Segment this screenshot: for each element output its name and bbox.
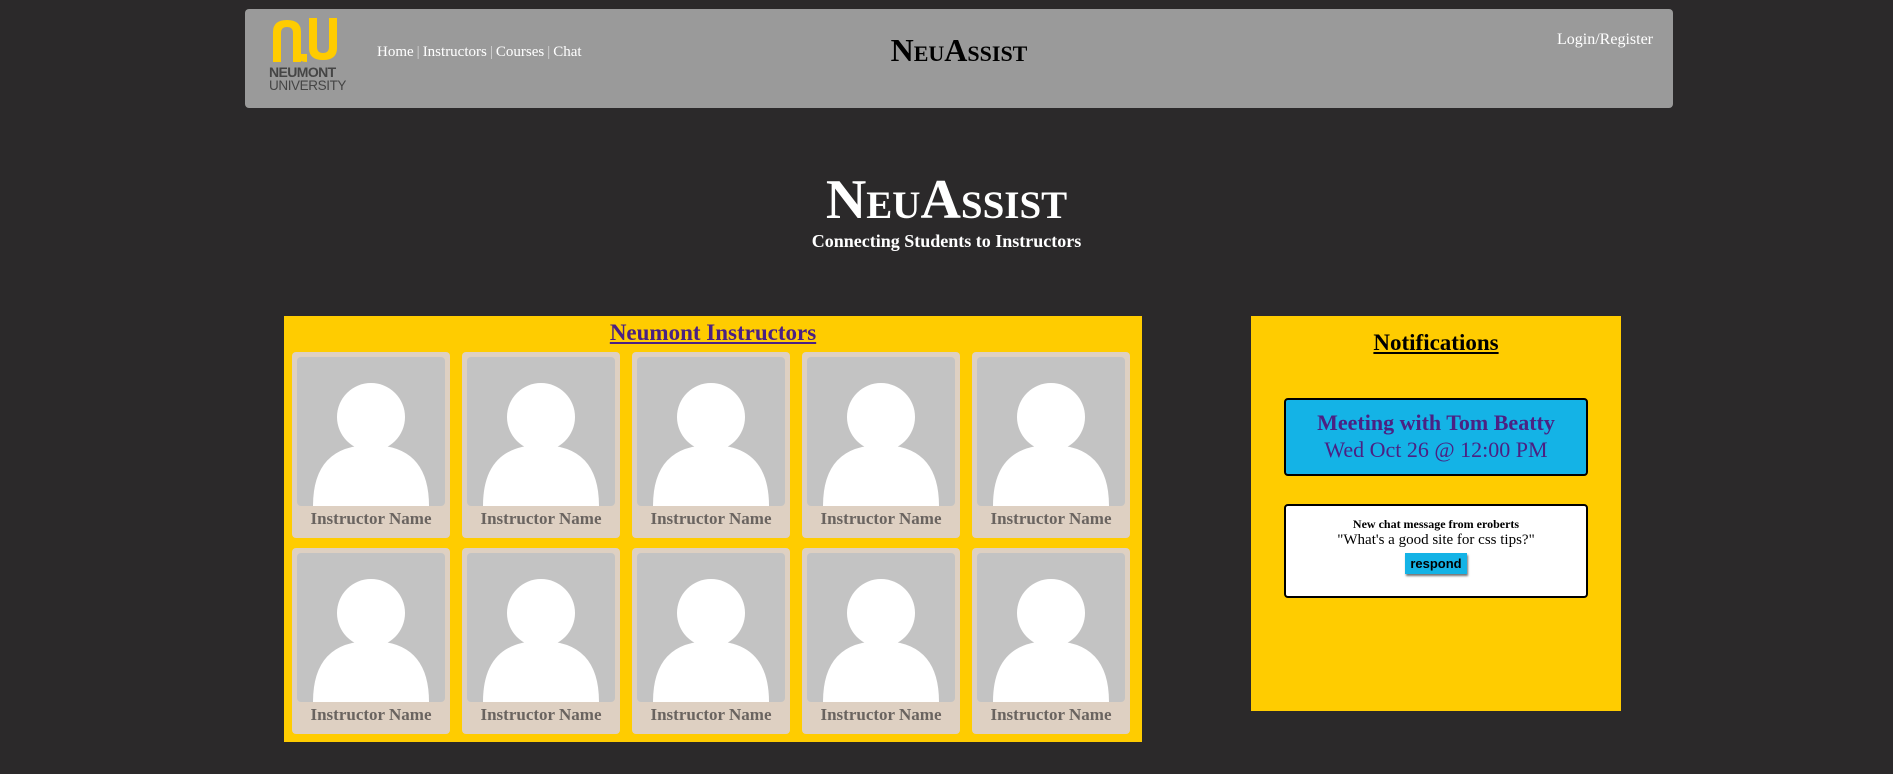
chat-heading: New chat message from eroberts: [1352, 517, 1520, 531]
instructor-photo: [467, 553, 615, 702]
header-brand: NeuAssist: [890, 32, 1028, 68]
meeting-notification[interactable]: Meeting with Tom Beatty Wed Oct 26 @ 12:…: [1284, 398, 1588, 476]
hero-subtitle: Connecting Students to Instructors: [811, 231, 1082, 251]
meeting-title: Meeting with Tom Beatty: [1317, 410, 1555, 435]
instructor-card[interactable]: Instructor Name: [972, 352, 1130, 538]
instructor-name: Instructor Name: [990, 705, 1112, 724]
instructor-name: Instructor Name: [820, 705, 942, 724]
profile-placeholder-icon: [483, 383, 599, 506]
chat-notification: New chat message from eroberts "What's a…: [1284, 504, 1588, 598]
instructor-card[interactable]: Instructor Name: [292, 352, 450, 538]
instructor-photo: [977, 357, 1125, 506]
instructor-card[interactable]: Instructor Name: [292, 548, 450, 734]
instructor-card[interactable]: Instructor Name: [462, 548, 620, 734]
respond-button[interactable]: respond: [1405, 553, 1467, 574]
instructor-name: Instructor Name: [820, 509, 942, 528]
instructor-photo: [467, 357, 615, 506]
instructors-title-link[interactable]: Neumont Instructors: [284, 320, 1142, 346]
instructor-name: Instructor Name: [480, 509, 602, 528]
instructor-name: Instructor Name: [310, 705, 432, 724]
profile-placeholder-icon: [313, 383, 429, 506]
chat-message: "What's a good site for css tips?": [1337, 532, 1535, 548]
meeting-time: Wed Oct 26 @ 12:00 PM: [1324, 437, 1548, 462]
instructor-photo: [807, 553, 955, 702]
notifications-panel: Notifications Meeting with Tom Beatty We…: [1251, 316, 1621, 711]
profile-placeholder-icon: [993, 579, 1109, 702]
logo-wordmark: NEUMONT UNIVERSITY: [269, 65, 349, 93]
instructor-photo: [977, 553, 1125, 702]
logo-line-2: UNIVERSITY: [269, 78, 347, 93]
instructor-name: Instructor Name: [310, 509, 432, 528]
instructor-photo: [297, 357, 445, 506]
instructor-photo: [637, 357, 785, 506]
profile-placeholder-icon: [823, 579, 939, 702]
instructor-photo: [637, 553, 785, 702]
instructor-card[interactable]: Instructor Name: [632, 352, 790, 538]
profile-placeholder-icon: [653, 383, 769, 506]
instructor-card[interactable]: Instructor Name: [802, 352, 960, 538]
instructor-photo: [807, 357, 955, 506]
instructor-card[interactable]: Instructor Name: [972, 548, 1130, 734]
profile-placeholder-icon: [483, 579, 599, 702]
instructor-name: Instructor Name: [480, 705, 602, 724]
header-bar: NEUMONT UNIVERSITY Home | Instructors | Cour…: [245, 9, 1673, 108]
instructor-name: Instructor Name: [650, 705, 772, 724]
instructor-name: Instructor Name: [650, 509, 772, 528]
profile-placeholder-icon: [313, 579, 429, 702]
login-register-link[interactable]: Login/Register: [1557, 31, 1653, 49]
instructors-panel: Neumont Instructors Instructor Name Instr…: [284, 316, 1142, 742]
profile-placeholder-icon: [653, 579, 769, 702]
instructor-name: Instructor Name: [990, 509, 1112, 528]
instructor-photo: [297, 553, 445, 702]
instructor-card[interactable]: Instructor Name: [632, 548, 790, 734]
profile-placeholder-icon: [993, 383, 1109, 506]
notifications-title: Notifications: [1373, 330, 1499, 355]
instructor-card[interactable]: Instructor Name: [462, 352, 620, 538]
instructor-card[interactable]: Instructor Name: [802, 548, 960, 734]
hero-title: NeuAssist: [825, 169, 1068, 231]
profile-placeholder-icon: [823, 383, 939, 506]
